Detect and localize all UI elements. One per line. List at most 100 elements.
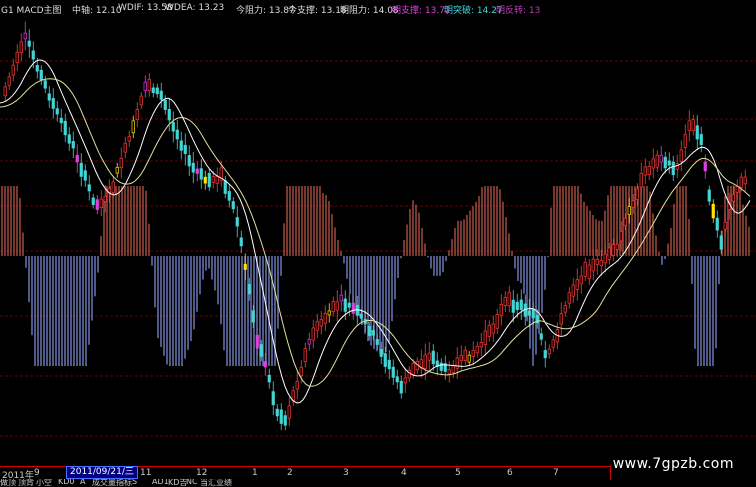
indicator-name[interactable]: G1 MACD主图 [1,3,62,16]
candle-body [631,200,635,208]
candle-body [647,166,651,176]
indicator-header: G1 MACD主图 中轴: 12.10 WDIF: 13.58 WDEA: 13… [0,0,756,16]
tomorrow-support: 明支撑: 13.72 [392,6,451,16]
indicator-tab[interactable]: KD吉 [168,479,187,487]
candle-body [539,333,543,340]
candle-body [623,217,627,226]
candle-body [371,330,375,336]
axis-label: 11 [140,468,152,478]
candle-body [43,80,47,89]
candle-body [587,264,591,280]
indicator-tab[interactable]: 做顶 [0,479,16,487]
axis-label: 2 [287,468,293,478]
candle-body [311,327,315,341]
candle-body [531,308,535,319]
candle-body [491,323,495,334]
indicator-tab[interactable]: 顶背 [18,479,34,487]
candle-body [339,294,343,302]
candle-body [611,244,615,256]
indicator-tab[interactable]: 成交量指标 [92,479,132,487]
candle-body [119,157,123,169]
candle-body [343,298,347,312]
indicator-tab[interactable]: KD0 [58,479,75,486]
candle-body [39,69,43,81]
tomorrow-resistance: 明阻力: 14.08 [340,6,399,16]
candle-body [515,301,519,310]
candle-body [519,299,523,310]
candle-body [423,354,427,369]
candle-body [147,78,151,91]
candle-body [75,154,79,163]
candle-body [467,354,471,363]
candle-body [79,162,83,177]
candle-body [299,366,303,377]
candle-body [399,380,403,394]
candle-body [527,310,531,316]
candle-body [7,76,11,86]
candle-body [259,344,263,357]
candle-body [695,125,699,140]
candle-body [731,194,735,202]
indicator-tab[interactable]: A [80,479,85,486]
candle-body [163,99,167,110]
candle-body [199,168,203,180]
indicator-tab-strip[interactable]: 做顶 顶背 小空 KD0 A 成交量指标 S AD1 KD吉 NC 当汇业绩 [0,479,756,487]
candle-body [3,86,7,97]
candle-body [375,339,379,345]
candle-body [499,304,503,316]
candle-body [715,217,719,231]
candle-body [387,359,391,370]
candle-body [567,292,571,304]
candle-body [599,260,603,267]
candle-body [203,176,207,184]
candle-body [103,195,107,202]
candle-body [95,199,99,210]
indicator-tab[interactable]: 小空 [36,479,52,487]
candle-body [575,279,579,290]
candle-body [283,415,287,426]
candle-body [603,253,607,264]
candle-body [307,339,311,345]
candle-body [331,301,335,313]
axis-label: 9 [34,468,40,478]
candle-body [179,140,183,151]
price-chart[interactable] [0,16,756,466]
candle-body [651,158,655,169]
candle-body [131,120,135,134]
watermark-text: www.7gpzb.com [612,456,734,472]
candle-body [663,156,667,169]
candle-body [475,345,479,354]
indicator-tab[interactable]: S [132,479,137,486]
candle-body [195,168,199,174]
candle-body [263,361,267,368]
candle-body [323,313,327,324]
candle-body [591,258,595,272]
candle-body [495,314,499,329]
candle-body [583,262,587,277]
candle-body [719,235,723,250]
indicator-tab[interactable]: NC [186,479,198,486]
indicator-tab[interactable]: AD1 [152,479,169,486]
candle-body [395,376,399,383]
tomorrow-breakout: 明突破: 14.27 [444,6,503,16]
candle-body [507,291,511,307]
candle-body [247,284,251,295]
candle-body [59,117,63,124]
candle-body [351,302,355,314]
candle-body [627,206,631,215]
candle-body [187,155,191,167]
candle-body [83,170,87,181]
candle-body [139,95,143,106]
candle-body [239,237,243,247]
candle-body [659,154,663,163]
axis-label: 6 [507,468,513,478]
candle-body [563,305,567,313]
candle-body [635,188,639,200]
indicator-tab[interactable]: 当汇业绩 [200,479,232,487]
candle-body [15,51,19,64]
candle-body [135,109,139,120]
candle-body [675,163,679,170]
candle-body [447,369,451,375]
candle-body [723,221,727,230]
candle-body [615,243,619,250]
